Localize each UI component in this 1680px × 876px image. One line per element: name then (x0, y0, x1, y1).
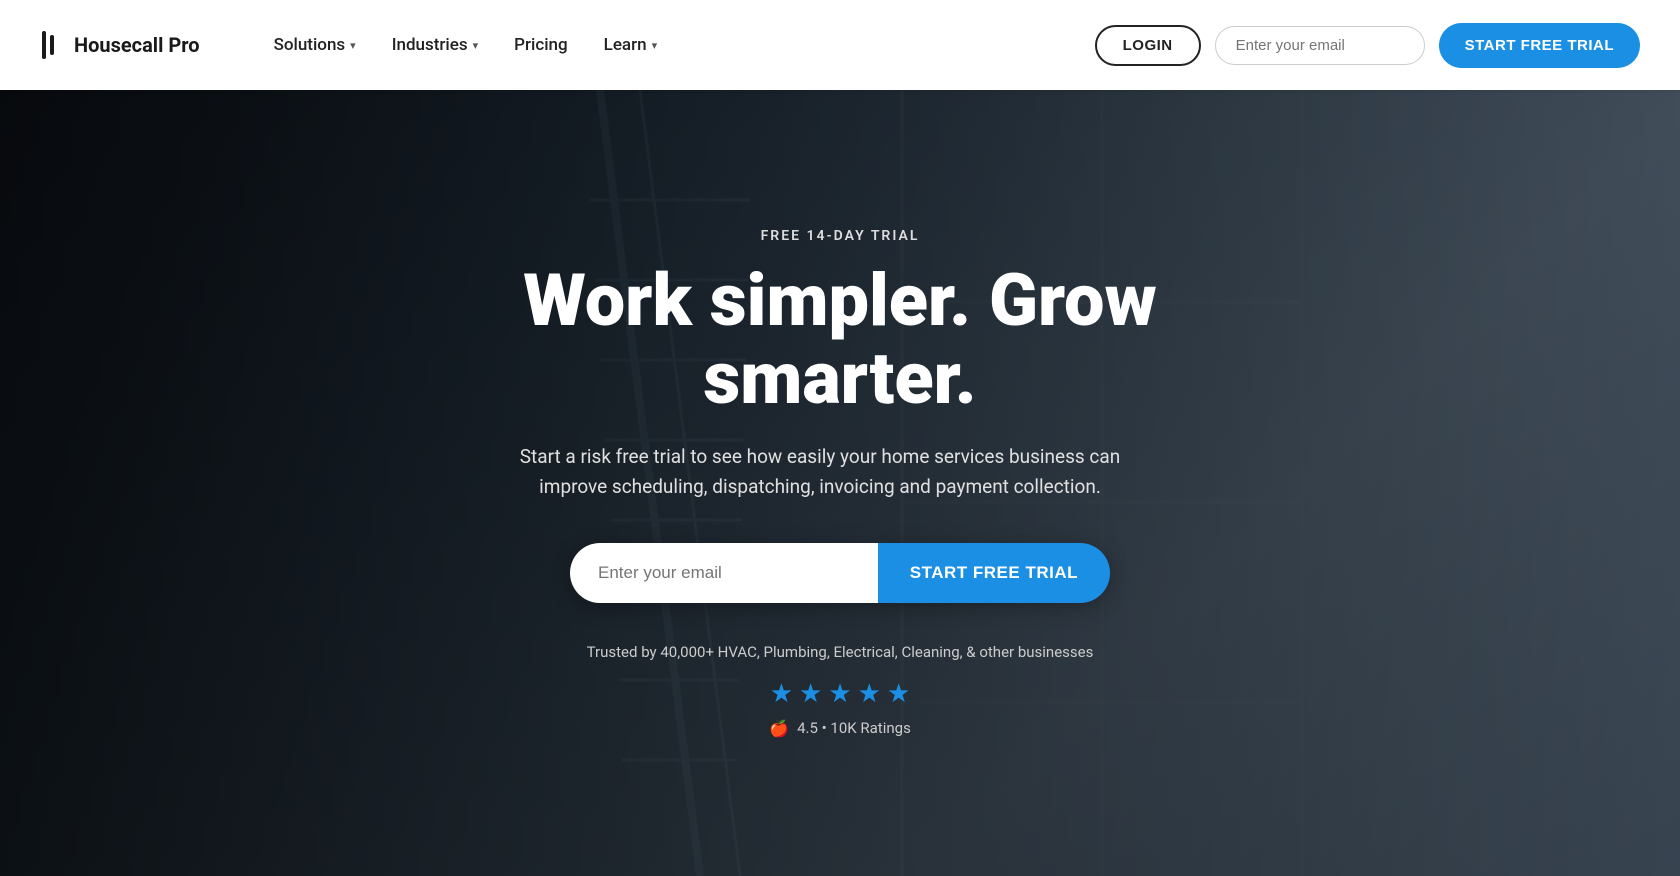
hero-badge: FREE 14-DAY TRIAL (500, 228, 1180, 244)
star-1: ★ (770, 679, 793, 709)
chevron-down-icon: ▾ (473, 39, 479, 52)
hero-content: FREE 14-DAY TRIAL Work simpler. Grow sma… (460, 228, 1220, 737)
hero-email-input[interactable] (570, 543, 878, 603)
nav-links: Solutions ▾ Industries ▾ Pricing Learn ▾ (260, 27, 1095, 63)
nav-trial-button[interactable]: START FREE TRIAL (1439, 23, 1640, 68)
hero-title: Work simpler. Grow smarter. (500, 262, 1180, 418)
nav-industries[interactable]: Industries ▾ (378, 27, 492, 63)
chevron-down-icon: ▾ (652, 39, 658, 52)
nav-solutions[interactable]: Solutions ▾ (260, 27, 370, 63)
logo[interactable]: Housecall Pro (40, 29, 200, 61)
hero-cta-group: START FREE TRIAL (570, 543, 1110, 603)
hero-trial-button[interactable]: START FREE TRIAL (878, 543, 1110, 603)
apple-icon: 🍎 (769, 719, 789, 738)
hero-trust-text: Trusted by 40,000+ HVAC, Plumbing, Elect… (500, 643, 1180, 661)
star-3: ★ (828, 679, 851, 709)
hero-stars: ★ ★ ★ ★ ★ (500, 679, 1180, 709)
hero-rating: 🍎 4.5 • 10K Ratings (500, 719, 1180, 738)
hero-section: FREE 14-DAY TRIAL Work simpler. Grow sma… (0, 0, 1680, 876)
chevron-down-icon: ▾ (350, 39, 356, 52)
nav-learn[interactable]: Learn ▾ (590, 27, 671, 63)
logo-text: Housecall Pro (74, 33, 200, 57)
nav-email-input[interactable] (1215, 26, 1425, 65)
star-2: ★ (799, 679, 822, 709)
star-4: ★ (858, 679, 881, 709)
hero-subtitle: Start a risk free trial to see how easil… (500, 442, 1140, 503)
nav-pricing[interactable]: Pricing (500, 27, 582, 63)
hero-rating-text: 4.5 • 10K Ratings (797, 719, 911, 737)
nav-right: LOGIN START FREE TRIAL (1095, 23, 1640, 68)
star-5: ★ (887, 679, 910, 709)
logo-icon (40, 29, 64, 61)
login-button[interactable]: LOGIN (1095, 25, 1201, 66)
navbar: Housecall Pro Solutions ▾ Industries ▾ P… (0, 0, 1680, 90)
